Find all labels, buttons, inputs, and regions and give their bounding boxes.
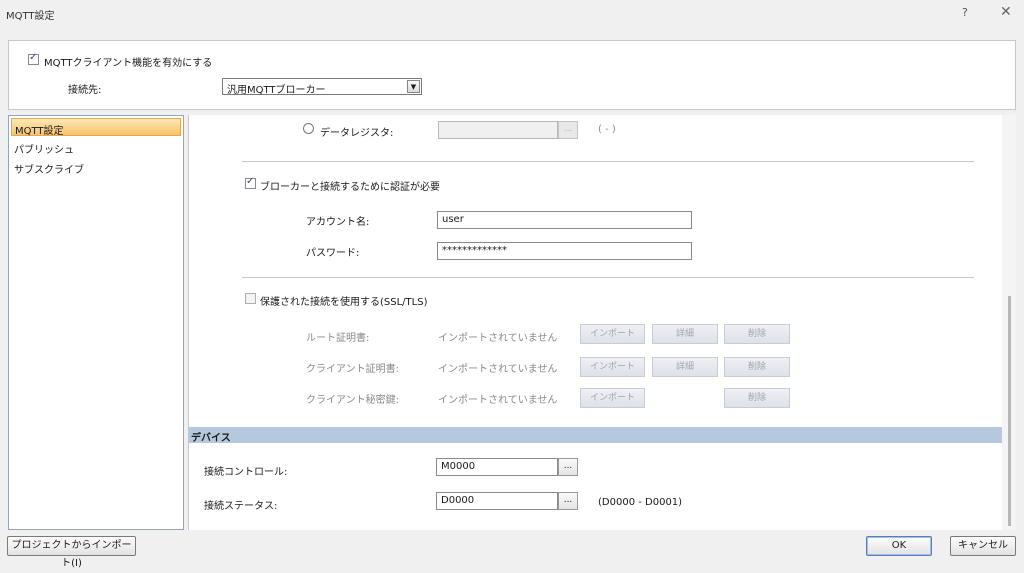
data-register-input[interactable]: [438, 121, 558, 139]
close-icon[interactable]: ✕: [1000, 4, 1012, 20]
client-cert-detail-button[interactable]: 詳細: [652, 357, 718, 377]
conn-status-range: (D0000 - D0001): [598, 497, 683, 508]
enable-mqtt-label: MQTTクライアント機能を有効にする: [44, 58, 213, 69]
client-key-import-button[interactable]: インポート: [580, 388, 645, 408]
dest-select-value: 汎用MQTTブローカー: [227, 85, 326, 96]
window-title: MQTT設定: [6, 11, 55, 22]
client-cert-delete-button[interactable]: 削除: [724, 357, 790, 377]
conn-control-browse-button[interactable]: ...: [558, 458, 578, 476]
client-key-delete-button[interactable]: 削除: [724, 388, 790, 408]
sidebar-item-publish[interactable]: パブリッシュ: [11, 138, 181, 156]
root-cert-detail-button[interactable]: 詳細: [652, 324, 718, 344]
sidebar: MQTT設定 パブリッシュ サブスクライブ: [8, 115, 184, 530]
conn-status-label: 接続ステータス:: [204, 501, 278, 512]
title-bar: [0, 0, 1024, 28]
divider: [242, 161, 974, 162]
root-cert-status: インポートされていません: [438, 333, 558, 344]
password-input[interactable]: *************: [437, 242, 692, 260]
data-register-label: データレジスタ:: [320, 128, 394, 139]
top-panel: [8, 40, 1016, 110]
enable-mqtt-checkbox[interactable]: [28, 52, 39, 65]
client-key-label: クライアント秘密鍵:: [306, 395, 399, 406]
root-cert-label: ルート証明書:: [306, 333, 370, 344]
conn-status-browse-button[interactable]: ...: [558, 492, 578, 510]
sidebar-item-mqtt-settings[interactable]: MQTT設定: [11, 118, 181, 137]
scroll-thumb[interactable]: [1008, 296, 1011, 526]
cancel-button[interactable]: キャンセル: [950, 536, 1016, 556]
conn-control-label: 接続コントロール:: [204, 467, 288, 478]
client-cert-status: インポートされていません: [438, 364, 558, 375]
chevron-down-icon[interactable]: ▼: [407, 80, 420, 93]
ok-button[interactable]: OK: [866, 536, 932, 556]
password-label: パスワード:: [306, 248, 360, 259]
ssl-label: 保護された接続を使用する(SSL/TLS): [260, 297, 428, 308]
help-button[interactable]: ?: [962, 6, 968, 19]
dest-select[interactable]: 汎用MQTTブローカー ▼: [222, 78, 422, 96]
device-section-header: デバイス: [188, 427, 1002, 444]
client-cert-import-button[interactable]: インポート: [580, 357, 645, 377]
conn-control-input[interactable]: M0000: [436, 458, 558, 476]
data-register-browse-button[interactable]: ...: [558, 121, 578, 139]
account-input[interactable]: user: [437, 211, 692, 229]
divider: [242, 277, 974, 278]
client-cert-label: クライアント証明書:: [306, 364, 399, 375]
data-register-range: ( - ): [598, 124, 616, 135]
dest-label: 接続先:: [68, 85, 102, 96]
auth-required-checkbox[interactable]: [245, 176, 256, 189]
data-register-radio[interactable]: [303, 123, 314, 134]
client-key-status: インポートされていません: [438, 395, 558, 406]
auth-required-label: ブローカーと接続するために認証が必要: [260, 182, 440, 193]
sidebar-item-subscribe[interactable]: サブスクライブ: [11, 158, 181, 176]
import-from-project-button[interactable]: プロジェクトからインポート(I): [7, 536, 136, 569]
root-cert-import-button[interactable]: インポート: [580, 324, 645, 344]
account-label: アカウント名:: [306, 217, 370, 228]
conn-status-input[interactable]: D0000: [436, 492, 558, 510]
root-cert-delete-button[interactable]: 削除: [724, 324, 790, 344]
ssl-checkbox[interactable]: [245, 293, 256, 304]
